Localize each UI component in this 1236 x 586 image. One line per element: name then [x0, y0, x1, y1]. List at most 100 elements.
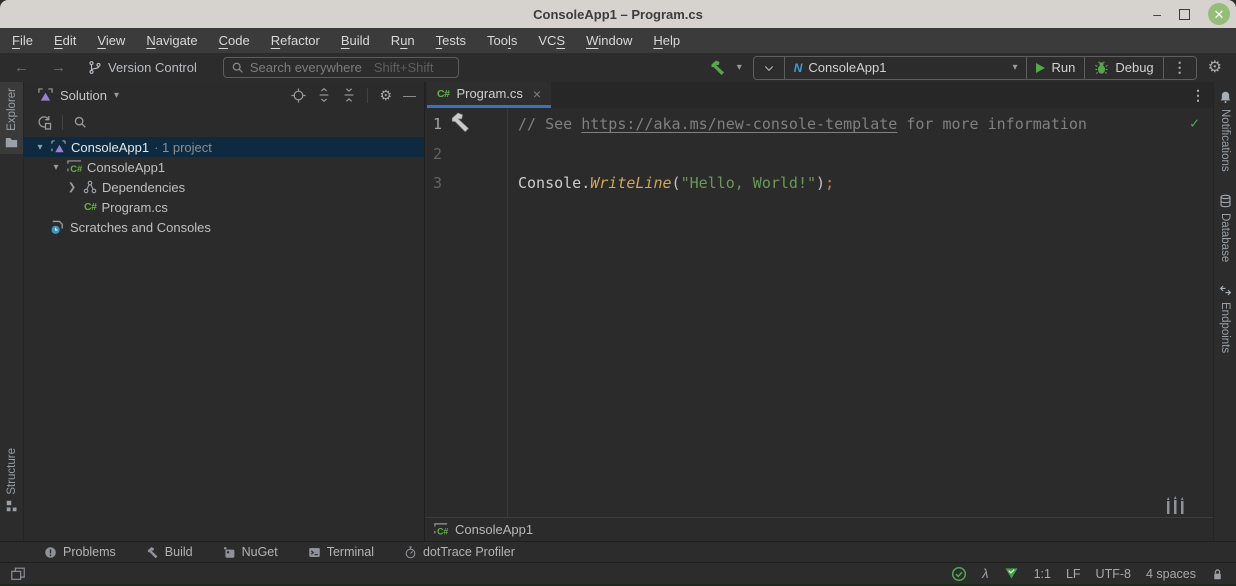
code-area[interactable]: // See https://aka.ms/new-console-templa… [508, 108, 1213, 517]
tree-search-icon[interactable] [73, 115, 87, 129]
code-line[interactable]: // See https://aka.ms/new-console-templa… [518, 110, 1213, 140]
menu-window[interactable]: Window [586, 33, 632, 48]
locate-file-icon[interactable] [291, 88, 306, 103]
close-button[interactable]: ✕ [1208, 3, 1230, 25]
status-ok-icon[interactable] [951, 566, 967, 582]
tree-item-dependencies[interactable]: ❯ Dependencies [24, 177, 424, 197]
csharp-project-icon: C# [434, 523, 448, 537]
editor-tab-bar: C# Program.cs × ⋮ [425, 82, 1213, 108]
settings-gear-icon[interactable]: ⚙ [1208, 60, 1222, 76]
branch-icon [88, 60, 102, 75]
solution-explorer-panel: Solution ▾ ⚙ — [24, 82, 425, 541]
toolwindow-build[interactable]: Build [146, 545, 193, 559]
tree-item-label: ConsoleApp1 [71, 140, 149, 155]
toolwindow-toggle-icon[interactable] [10, 566, 26, 582]
right-toolwindow-stripe: Notifications Database Endpoints [1213, 82, 1236, 541]
stopwatch-icon [404, 546, 417, 559]
line-number[interactable]: 3 [433, 169, 507, 199]
titlebar: ConsoleApp1 – Program.cs – ✕ [0, 0, 1236, 28]
caret-position[interactable]: 1:1 [1034, 567, 1051, 581]
toolwindow-tab-endpoints[interactable]: Endpoints [1214, 284, 1236, 353]
folder-icon [5, 136, 18, 148]
code-line[interactable]: Console.WriteLine("Hello, World!"); [518, 169, 1213, 199]
menu-code[interactable]: Code [219, 33, 250, 48]
nuget-label: NuGet [242, 545, 278, 559]
tabbar-more-icon[interactable]: ⋮ [1191, 87, 1205, 104]
dottrace-label: dotTrace Profiler [423, 545, 515, 559]
hide-panel-icon[interactable]: — [403, 88, 416, 103]
version-control-widget[interactable]: Version Control [88, 60, 197, 75]
editor-gutter[interactable]: 123 [425, 108, 508, 517]
toolwindow-dottrace[interactable]: dotTrace Profiler [404, 545, 515, 559]
code-analysis-icon[interactable]: λ [982, 566, 988, 581]
tree-item-program-cs[interactable]: C# Program.cs [24, 197, 424, 217]
menu-view[interactable]: View [97, 33, 125, 48]
tab-close-icon[interactable]: × [533, 86, 541, 102]
status-bar-right: λ 1:1 LF UTF-8 4 spaces [951, 566, 1224, 582]
terminal-icon [308, 546, 321, 559]
line-ending[interactable]: LF [1066, 567, 1081, 581]
toolwindow-tab-structure[interactable]: Structure [0, 448, 23, 512]
sync-open-file-icon[interactable] [36, 114, 52, 130]
rider-window: ConsoleApp1 – Program.cs – ✕ File Edit Vie… [0, 0, 1236, 586]
toolwindow-nuget[interactable]: NuGet [223, 545, 278, 559]
menu-run[interactable]: Run [391, 33, 415, 48]
chevron-down-icon[interactable]: ▾ [34, 142, 46, 153]
menu-vcs[interactable]: VCS [538, 33, 565, 48]
maximize-button[interactable] [1179, 9, 1190, 20]
build-options-chevron-icon[interactable]: ▾ [737, 62, 742, 73]
problems-label: Problems [63, 545, 116, 559]
tree-item-solution[interactable]: ▾ ConsoleApp1 · 1 project [24, 137, 424, 157]
solution-view-title[interactable]: Solution [60, 88, 107, 103]
back-icon[interactable]: ← [14, 59, 29, 76]
minimize-button[interactable]: – [1153, 7, 1161, 21]
file-encoding[interactable]: UTF-8 [1096, 567, 1131, 581]
main-toolbar: ← → Version Control Search everywhere Sh… [0, 53, 1236, 82]
inspections-level-icon[interactable] [1004, 567, 1019, 580]
collapse-all-icon[interactable] [342, 88, 356, 102]
run-config-name: ConsoleApp1 [808, 60, 886, 75]
toolbar-right: ▾ N ConsoleApp1 ▾ Run [709, 56, 1222, 80]
run-config-selector[interactable]: N ConsoleApp1 ▾ [785, 57, 1028, 79]
menu-file[interactable]: File [12, 33, 33, 48]
toolwindow-tab-database[interactable]: Database [1214, 194, 1236, 262]
run-button[interactable]: Run [1027, 57, 1085, 79]
build-hammer-icon[interactable] [709, 59, 726, 76]
menu-help[interactable]: Help [653, 33, 680, 48]
window-title: ConsoleApp1 – Program.cs [533, 7, 703, 22]
toolwindow-tab-explorer[interactable]: Explorer [0, 82, 23, 154]
tab-program-cs[interactable]: C# Program.cs × [427, 82, 551, 108]
line-number[interactable]: 2 [433, 140, 507, 170]
menu-tools[interactable]: Tools [487, 33, 517, 48]
inspection-ok-icon[interactable]: ✓ [1190, 114, 1199, 132]
terminal-label: Terminal [327, 545, 374, 559]
inspection-pencils-icon[interactable] [1161, 496, 1191, 516]
lock-icon[interactable] [1211, 567, 1224, 581]
dependencies-icon [83, 180, 97, 194]
solution-view-chevron-icon[interactable]: ▾ [114, 90, 119, 101]
chevron-down-icon[interactable]: ▾ [50, 162, 62, 173]
tree-item-scratches[interactable]: Scratches and Consoles [24, 217, 424, 237]
menu-edit[interactable]: Edit [54, 33, 76, 48]
endpoints-icon [1219, 284, 1232, 297]
toolwindow-problems[interactable]: Problems [44, 545, 116, 559]
indent-style[interactable]: 4 spaces [1146, 567, 1196, 581]
code-line[interactable] [518, 140, 1213, 170]
tree-item-project[interactable]: ▾ C# ConsoleApp1 [24, 157, 424, 177]
toolwindow-terminal[interactable]: Terminal [308, 545, 374, 559]
run-widget-expand-chevron-icon[interactable] [754, 57, 785, 79]
editor-body[interactable]: 123 // See https://aka.ms/new-console-te… [425, 108, 1213, 517]
search-everywhere-box[interactable]: Search everywhere Shift+Shift [223, 57, 459, 78]
menu-refactor[interactable]: Refactor [271, 33, 320, 48]
chevron-right-icon[interactable]: ❯ [66, 182, 78, 193]
expand-all-icon[interactable] [317, 88, 331, 102]
panel-options-gear-icon[interactable]: ⚙ [379, 88, 392, 102]
forward-icon[interactable]: → [51, 59, 66, 76]
menu-tests[interactable]: Tests [436, 33, 466, 48]
more-run-options-icon[interactable]: ⋮ [1164, 57, 1196, 79]
menu-build[interactable]: Build [341, 33, 370, 48]
menu-navigate[interactable]: Navigate [146, 33, 197, 48]
toolwindow-tab-notifications[interactable]: Notifications [1214, 90, 1236, 172]
debug-button[interactable]: Debug [1085, 57, 1163, 79]
breadcrumb-project[interactable]: ConsoleApp1 [455, 522, 533, 537]
